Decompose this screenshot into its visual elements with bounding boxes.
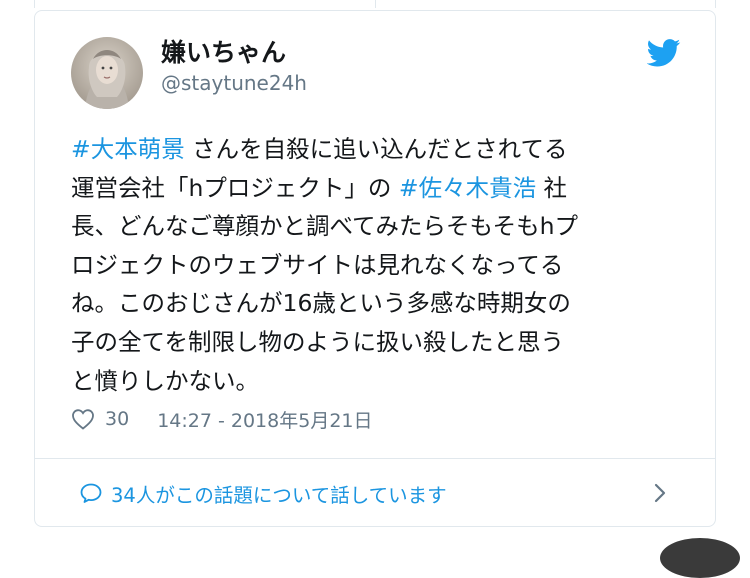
display-name[interactable]: 嫌いちゃん [161, 37, 286, 69]
tweet-line: 子の全てを制限し物のように扱い殺したと思う [71, 327, 565, 356]
tweet-card[interactable]: 嫌いちゃん @staytune24h #大本萌景 さんを自殺に追い込んだとされて… [34, 10, 716, 527]
tweet-text: #大本萌景 さんを自殺に追い込んだとされてる 運営会社「hプロジェクト」の #佐… [71, 130, 691, 400]
conversation-link[interactable]: 34人がこの話題について話しています [79, 476, 447, 510]
like-count[interactable]: 30 [105, 408, 129, 430]
heart-icon[interactable] [71, 408, 95, 430]
chevron-right-icon[interactable] [651, 481, 669, 505]
timestamp[interactable]: 14:27 - 2018年5月21日 [157, 406, 372, 433]
hashtag-link[interactable]: #佐々木貴浩 [399, 174, 536, 202]
tweet-line: と憤りしかない。 [71, 366, 259, 395]
next-content-edge [660, 538, 740, 578]
previous-card-divider [375, 0, 376, 8]
hashtag-link[interactable]: #大本萌景 [71, 135, 185, 163]
conversation-label: 34人がこの話題について話しています [111, 483, 447, 507]
avatar[interactable] [71, 37, 143, 109]
tweet-line: ね。このおじさんが16歳という多感な時期女の [71, 289, 571, 318]
tweet-line: 長、どんなご尊顔かと調べてみたらそもそもhプ [71, 212, 578, 241]
tweet-line: ロジェクトのウェブサイトは見れなくなってる [71, 250, 564, 279]
speech-bubble-icon [80, 483, 102, 503]
tweet-text-segment: 社 [536, 173, 568, 202]
divider [35, 458, 715, 459]
username[interactable]: @staytune24h [161, 69, 307, 97]
avatar-image [71, 37, 143, 109]
tweet-line: #大本萌景 さんを自殺に追い込んだとされてる [71, 130, 691, 169]
tweet-meta: 30 14:27 - 2018年5月21日 [71, 403, 373, 435]
tweet-text-segment: 運営会社「hプロジェクト」の [71, 173, 399, 202]
tweet-line: 運営会社「hプロジェクト」の #佐々木貴浩 社 [71, 169, 691, 208]
tweet-text-segment: さんを自殺に追い込んだとされてる [184, 135, 568, 163]
twitter-bird-icon[interactable] [647, 39, 681, 67]
previous-card-edge [34, 0, 716, 8]
